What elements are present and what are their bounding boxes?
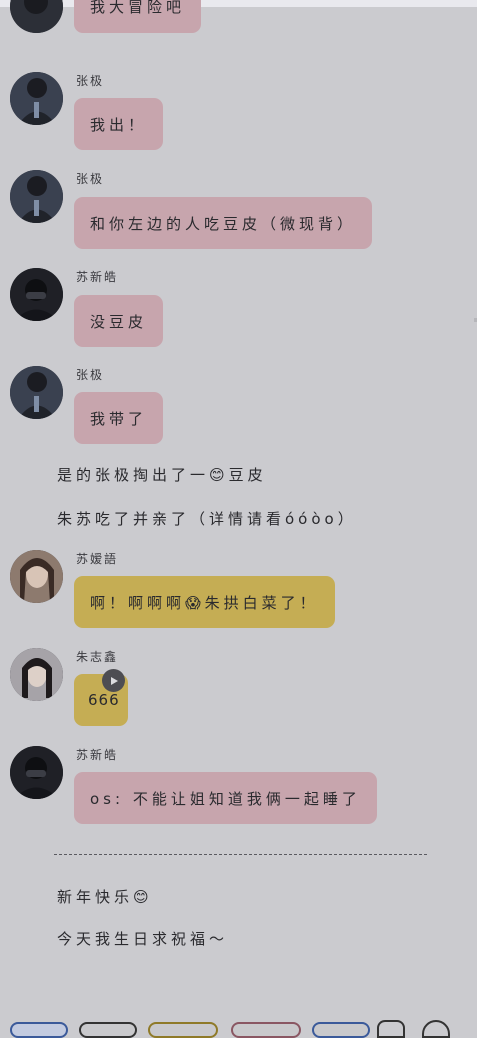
bottom-toolbar <box>0 1020 477 1038</box>
avatar[interactable] <box>10 0 63 33</box>
narration-text: 是的张极掏出了一😊豆皮 <box>57 466 267 484</box>
avatar-zhangji[interactable] <box>10 170 63 223</box>
avatar-suxinhao[interactable] <box>10 268 63 321</box>
narration-text: 今天我生日求祝福～ <box>57 930 229 948</box>
toolbar-chip[interactable] <box>79 1022 137 1038</box>
message-bubble[interactable]: 我出！ <box>74 98 164 150</box>
message-bubble[interactable]: os: 不能让姐知道我俩一起睡了 <box>74 772 377 824</box>
message-bubble[interactable]: 啊！啊啊啊😱朱拱白菜了！ <box>74 576 335 628</box>
emoji-icon[interactable] <box>422 1020 450 1038</box>
sender-name: 朱志鑫 <box>76 650 119 664</box>
message-bubble[interactable]: 和你左边的人吃豆皮（微现背） <box>74 197 373 249</box>
message-bubble[interactable]: 我大冒险吧 <box>74 0 202 33</box>
toolbar-chip[interactable] <box>148 1022 218 1038</box>
toolbar-chip[interactable] <box>231 1022 301 1038</box>
sender-name: 苏新皓 <box>76 270 119 284</box>
sender-name: 苏嫒語 <box>76 552 119 566</box>
message-bubble[interactable]: 没豆皮 <box>74 295 164 347</box>
sender-name: 张极 <box>76 74 105 88</box>
narration-text: 朱苏吃了并亲了（详情请看óóòo） <box>57 510 357 528</box>
avatar-zhangji[interactable] <box>10 72 63 125</box>
play-icon[interactable] <box>102 669 125 692</box>
narration-text: 新年快乐😊 <box>57 888 153 906</box>
avatar-zhuzhixin[interactable] <box>10 648 63 701</box>
avatar-suaiyu[interactable] <box>10 550 63 603</box>
message-bubble[interactable]: 我带了 <box>74 392 164 444</box>
status-bar <box>0 0 477 7</box>
sender-name: 张极 <box>76 368 105 382</box>
avatar-zhangji[interactable] <box>10 366 63 419</box>
keyboard-icon[interactable] <box>377 1020 405 1038</box>
toolbar-chip[interactable] <box>10 1022 68 1038</box>
toolbar-chip[interactable] <box>312 1022 370 1038</box>
sender-name: 张极 <box>76 172 105 186</box>
sender-name: 苏新皓 <box>76 748 119 762</box>
divider <box>54 854 427 855</box>
avatar-suxinhao[interactable] <box>10 746 63 799</box>
